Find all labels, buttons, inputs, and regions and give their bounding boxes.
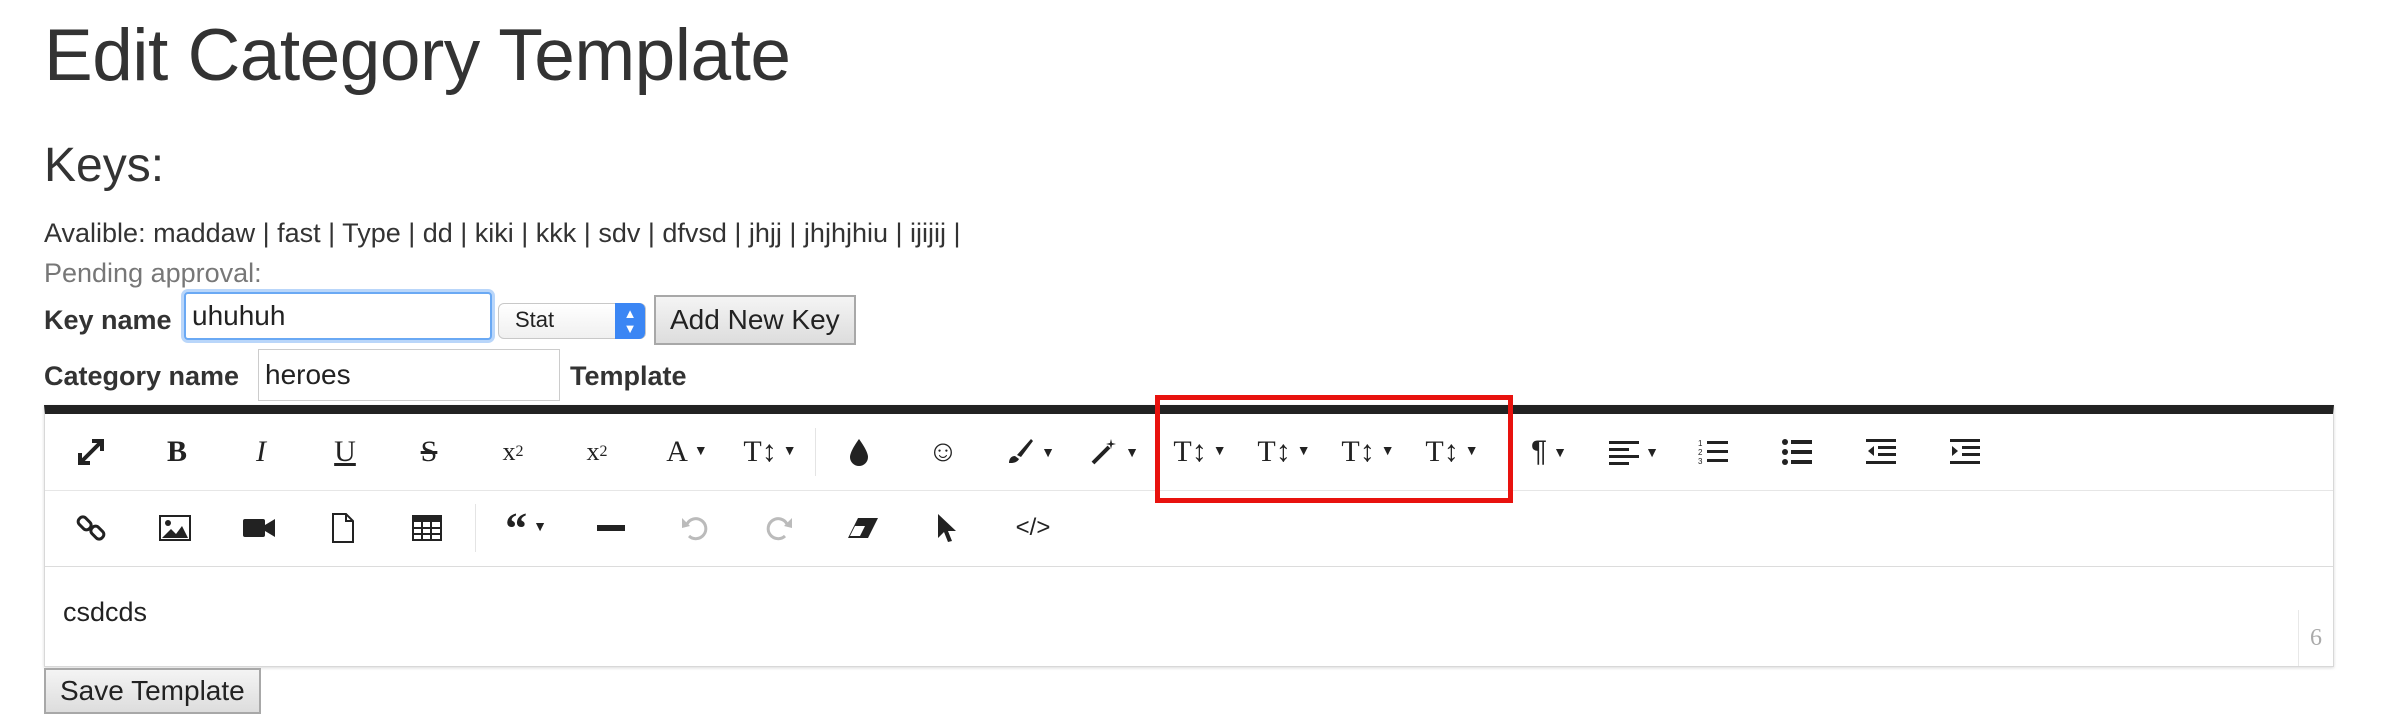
svg-text:1: 1 [1698, 439, 1703, 448]
available-keys-list: Avalible: maddaw | fast | Type | dd | ki… [44, 218, 961, 248]
quote-icon[interactable]: “▼ [493, 502, 559, 554]
category-name-label: Category name [44, 361, 240, 391]
select-arrows-icon: ▲ ▼ [615, 303, 645, 339]
key-type-selected-value: Stat [515, 307, 555, 332]
font-size-icon[interactable]: T↕ ▼ [737, 426, 803, 478]
align-icon[interactable]: ▼ [1601, 426, 1667, 478]
strikethrough-icon[interactable]: S [409, 426, 449, 478]
video-icon[interactable] [239, 502, 279, 554]
key-name-label: Key name [44, 305, 172, 335]
underline-icon[interactable]: U [325, 426, 365, 478]
font-family-icon[interactable]: A ▼ [657, 426, 717, 478]
toolbar-divider [815, 428, 816, 476]
highlight-annotation-box [1155, 395, 1513, 503]
italic-icon[interactable]: I [241, 426, 281, 478]
image-icon[interactable] [155, 502, 195, 554]
unordered-list-icon[interactable] [1777, 426, 1817, 478]
paint-brush-icon[interactable]: ▼ [997, 426, 1063, 478]
fullscreen-icon[interactable] [71, 426, 111, 478]
subscript-icon[interactable]: x2 [493, 426, 533, 478]
paragraph-icon[interactable]: ¶ ▼ [1521, 426, 1577, 478]
file-icon[interactable] [323, 502, 363, 554]
code-view-icon[interactable]: </> [1009, 502, 1057, 554]
outdent-icon[interactable] [1861, 426, 1901, 478]
pending-approval-label: Pending approval: [44, 258, 262, 288]
add-new-key-button[interactable]: Add New Key [654, 295, 856, 345]
template-label: Template [570, 361, 687, 391]
link-icon[interactable] [71, 502, 111, 554]
editor-resize-counter: 6 [2298, 610, 2333, 666]
text-color-icon[interactable] [839, 426, 879, 478]
category-name-input[interactable] [258, 349, 560, 401]
key-type-select[interactable]: Stat ▲ ▼ [498, 303, 646, 339]
keys-heading: Keys: [44, 139, 165, 192]
ordered-list-icon[interactable]: 123 [1693, 426, 1733, 478]
undo-icon[interactable] [675, 502, 715, 554]
svg-text:2: 2 [1698, 448, 1703, 457]
redo-icon[interactable] [759, 502, 799, 554]
editor-content[interactable]: csdcds [63, 597, 147, 628]
svg-text:3: 3 [1698, 457, 1703, 466]
indent-icon[interactable] [1945, 426, 1985, 478]
superscript-icon[interactable]: x2 [577, 426, 617, 478]
horizontal-rule-icon[interactable] [591, 502, 631, 554]
bold-icon[interactable]: B [157, 426, 197, 478]
page-title: Edit Category Template [44, 15, 791, 96]
magic-wand-icon[interactable]: ▼ [1081, 426, 1147, 478]
eraser-icon[interactable] [843, 502, 883, 554]
toolbar-divider [475, 504, 476, 552]
select-pointer-icon[interactable] [927, 502, 967, 554]
emoticon-icon[interactable]: ☺ [923, 426, 963, 478]
key-name-input[interactable] [184, 292, 492, 340]
save-template-button[interactable]: Save Template [44, 668, 261, 714]
table-icon[interactable] [407, 502, 447, 554]
